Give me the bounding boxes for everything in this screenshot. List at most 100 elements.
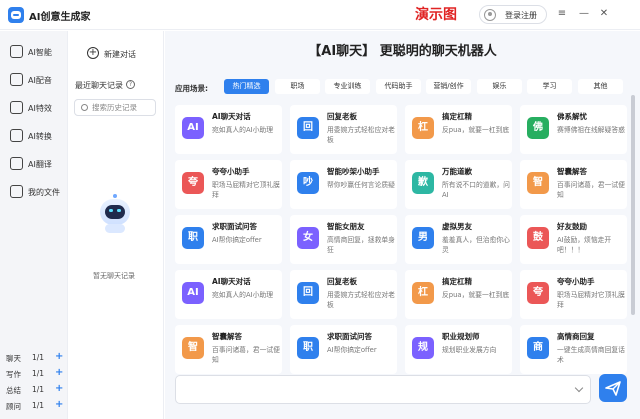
feature-card[interactable]: 职求职面试问答 AI帮你搞定offer xyxy=(290,325,397,374)
card-icon: 夸 xyxy=(527,282,549,304)
card-description: AI帮你搞定offer xyxy=(212,236,262,244)
tab-hot[interactable]: 热门精选 xyxy=(224,79,269,94)
nav-label: 我的文件 xyxy=(28,188,60,197)
quota-value: 1/1 xyxy=(32,385,45,394)
send-icon xyxy=(605,381,621,396)
card-title: 求职面试问答 xyxy=(212,222,257,231)
quota-summary: 总结 1/1 + xyxy=(6,383,66,396)
login-register-button[interactable]: 登录注册 xyxy=(479,5,547,24)
tab-workplace[interactable]: 职场 xyxy=(275,79,320,94)
folder-icon xyxy=(10,185,23,198)
card-description: 职场马屁精对它顶礼膜拜 xyxy=(212,181,280,199)
feature-card[interactable]: 智智囊解答百事问诸葛，君一试便知 xyxy=(520,160,627,209)
chat-input[interactable] xyxy=(184,381,564,399)
feature-card[interactable]: 杠搞定杠精 反pua，就要一杠到底 xyxy=(405,105,512,154)
card-icon: 智 xyxy=(182,337,204,359)
history-search-input[interactable] xyxy=(92,102,154,113)
feature-card[interactable]: 商高情商回复 一键生成高情商回复话术 xyxy=(520,325,627,374)
feature-card[interactable]: 杠搞定杠精 反pua，就要一杠到底 xyxy=(405,270,512,319)
chevron-down-icon[interactable] xyxy=(574,383,584,393)
card-title: 智能吵架小助手 xyxy=(327,167,380,176)
nav-item-ai-smart[interactable]: AI智能 xyxy=(10,45,66,59)
feature-card[interactable]: 女智能女朋友 高情商回复，拯救单身狂 xyxy=(290,215,397,264)
quota-name: 顾问 xyxy=(6,402,21,411)
new-chat-button[interactable]: + 新建对话 xyxy=(87,46,167,62)
nav-item-ai-effects[interactable]: AI特效 xyxy=(10,101,66,115)
card-title: AI聊天对话 xyxy=(212,112,251,121)
nav-item-ai-convert[interactable]: AI转换 xyxy=(10,129,66,143)
left-nav: AI智能 AI配音 AI特效 AI转换 AI翻译 我的文件 聊天 1/1 + 写… xyxy=(0,31,68,419)
feature-card[interactable]: 回回复老板 用委婉方式轻松应对老板 xyxy=(290,270,397,319)
card-title: 职业规划师 xyxy=(442,332,480,341)
feature-card[interactable]: AI AI聊天对话 宛如真人的AI小助理 xyxy=(175,105,282,154)
chat-input-box xyxy=(175,375,591,404)
card-title: AI聊天对话 xyxy=(212,277,251,286)
search-icon xyxy=(81,104,88,111)
card-icon: 男 xyxy=(412,227,434,249)
tab-training[interactable]: 专业训练 xyxy=(325,79,370,94)
scrollbar[interactable] xyxy=(631,95,635,315)
main-area: 【AI聊天】 更聪明的聊天机器人 应用场景: 热门精选 职场 专业训练 代码助手… xyxy=(165,31,640,419)
card-description: 百事问诸葛，君一试便知 xyxy=(212,346,280,364)
nav-item-my-files[interactable]: 我的文件 xyxy=(10,185,66,199)
card-title: 虚拟男友 xyxy=(442,222,472,231)
card-icon: 夸 xyxy=(182,172,204,194)
demo-label: 演示图 xyxy=(415,7,457,23)
tab-code[interactable]: 代码助手 xyxy=(376,79,421,94)
feature-card[interactable]: 智智囊解答百事问诸葛，君一试便知 xyxy=(175,325,282,374)
feature-card[interactable]: 佛佛系解忧 赛博佛祖在线解疑答惑 xyxy=(520,105,627,154)
nav-item-ai-dubbing[interactable]: AI配音 xyxy=(10,73,66,87)
card-description: 帮你吵赢任何言论质疑 xyxy=(327,181,395,189)
quota-advisor: 顾问 1/1 + xyxy=(6,399,66,412)
feature-card[interactable]: 夸夸夸小助手 职场马屁精对它顶礼膜拜 xyxy=(175,160,282,209)
feature-card[interactable]: AI AI聊天对话 宛如真人的AI小助理 xyxy=(175,270,282,319)
card-description: 高情商回复，拯救单身狂 xyxy=(327,236,395,254)
card-title: 智囊解答 xyxy=(557,167,587,176)
empty-robot-icon xyxy=(96,194,134,234)
quota-add-icon[interactable]: + xyxy=(55,383,63,394)
effect-icon xyxy=(10,101,23,114)
quota-chat: 聊天 1/1 + xyxy=(6,351,66,364)
user-avatar-icon xyxy=(484,9,496,21)
quota-writing: 写作 1/1 + xyxy=(6,367,66,380)
feature-card[interactable]: 男虚拟男友 羞羞真人，但治愈你心灵 xyxy=(405,215,512,264)
nav-item-ai-translate[interactable]: AI翻译 xyxy=(10,157,66,171)
menu-icon[interactable]: ≡ xyxy=(555,7,569,21)
tab-study[interactable]: 学习 xyxy=(527,79,572,94)
card-description: 一键生成高情商回复话术 xyxy=(557,346,625,364)
card-title: 好友鼓励 xyxy=(557,222,587,231)
minimize-icon[interactable]: — xyxy=(577,7,591,21)
nav-label: AI特效 xyxy=(28,104,52,113)
nav-label: AI配音 xyxy=(28,76,52,85)
card-icon: 吵 xyxy=(297,172,319,194)
close-icon[interactable]: ✕ xyxy=(597,7,611,21)
feature-card[interactable]: 歉万能道歉 所有说不口的道歉，问AI xyxy=(405,160,512,209)
quota-add-icon[interactable]: + xyxy=(55,351,63,362)
help-icon[interactable]: ? xyxy=(126,80,135,89)
feature-card[interactable]: 吵智能吵架小助手帮你吵赢任何言论质疑 xyxy=(290,160,397,209)
card-icon: 杠 xyxy=(412,282,434,304)
send-button[interactable] xyxy=(599,374,627,402)
feature-card[interactable]: 鼓好友鼓励 AI鼓励，烦恼走开吧！！！ xyxy=(520,215,627,264)
history-search xyxy=(74,99,156,116)
quota-name: 聊天 xyxy=(6,354,21,363)
tab-marketing[interactable]: 营销/创作 xyxy=(426,79,471,94)
card-description: 所有说不口的道歉，问AI xyxy=(442,181,510,199)
tab-entertainment[interactable]: 娱乐 xyxy=(477,79,522,94)
card-description: 百事问诸葛，君一试便知 xyxy=(557,181,625,199)
feature-card[interactable]: 回回复老板 用委婉方式轻松应对老板 xyxy=(290,105,397,154)
quota-add-icon[interactable]: + xyxy=(55,399,63,410)
card-icon: 智 xyxy=(527,172,549,194)
card-title: 回复老板 xyxy=(327,112,357,121)
tab-other[interactable]: 其他 xyxy=(578,79,623,94)
card-description: AI帮你搞定offer xyxy=(327,346,377,354)
feature-card[interactable]: 规职业规划师 规划职业发展方向 xyxy=(405,325,512,374)
feature-card[interactable]: 夸夸夸小助手 职场马屁精对它顶礼膜拜 xyxy=(520,270,627,319)
quota-name: 总结 xyxy=(6,386,21,395)
card-title: 智囊解答 xyxy=(212,332,242,341)
card-icon: AI xyxy=(182,282,204,304)
card-description: 用委婉方式轻松应对老板 xyxy=(327,291,395,309)
feature-card[interactable]: 职求职面试问答 AI帮你搞定offer xyxy=(175,215,282,264)
quota-add-icon[interactable]: + xyxy=(55,367,63,378)
quota-name: 写作 xyxy=(6,370,21,379)
